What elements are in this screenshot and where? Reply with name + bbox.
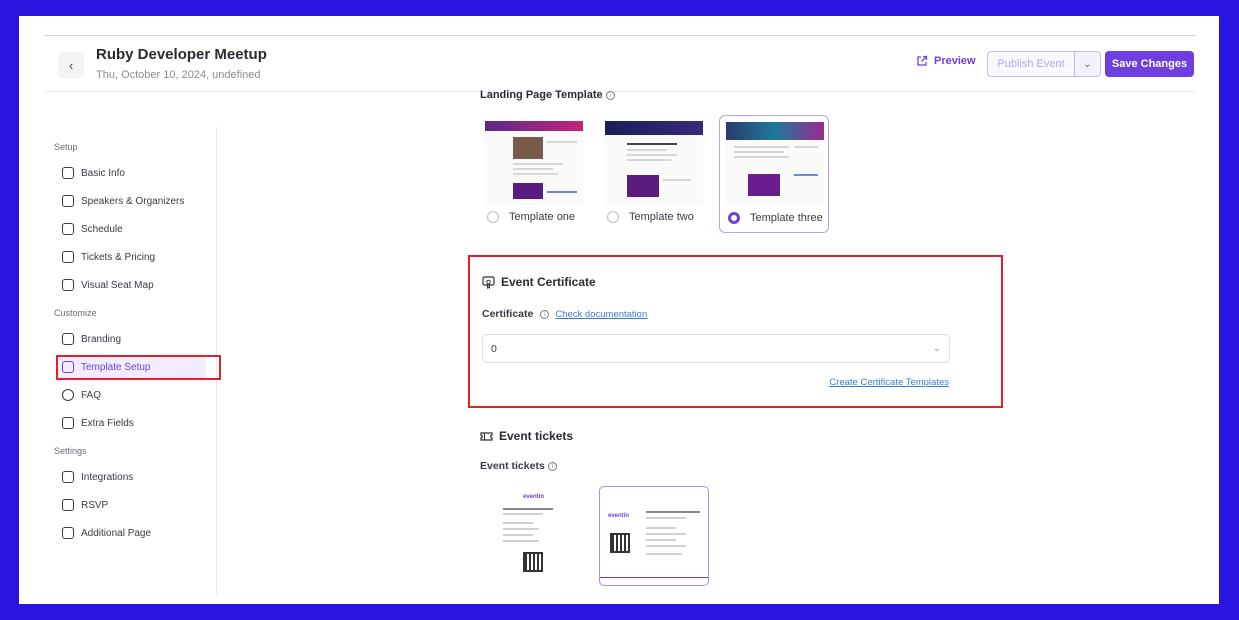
radio-template-three[interactable] — [728, 212, 740, 224]
sidebar-item-label: Extra Fields — [81, 417, 134, 429]
save-changes-button[interactable]: Save Changes — [1105, 51, 1194, 77]
certificate-select-value: 0 — [491, 342, 497, 355]
sidebar-item-label: Basic Info — [81, 167, 125, 179]
sidebar-item-label: FAQ — [81, 389, 102, 401]
integrations-icon — [62, 471, 74, 483]
ticket-template-two[interactable]: eventin — [599, 486, 709, 586]
seat-map-icon — [62, 279, 74, 291]
sidebar-item-schedule[interactable]: Schedule — [58, 218, 208, 240]
preview-label: Preview — [934, 55, 976, 67]
publish-button-group: Publish Event ⌄ — [987, 51, 1101, 77]
event-tickets-label: Event tickets i — [480, 460, 557, 472]
sidebar-section-customize: Customize — [54, 308, 97, 318]
template-two-thumbnail — [605, 121, 703, 205]
sidebar-section-settings: Settings — [54, 446, 87, 456]
template-card-one[interactable]: Template one — [479, 115, 589, 233]
radio-template-one[interactable] — [487, 211, 499, 223]
sidebar-item-rsvp[interactable]: RSVP — [58, 494, 208, 516]
app-frame: ‹ Ruby Developer Meetup Thu, October 10,… — [19, 16, 1219, 604]
sidebar-item-branding[interactable]: Branding — [58, 328, 208, 350]
template-card-three[interactable]: Template three — [719, 115, 829, 233]
template-three-thumbnail — [726, 122, 824, 206]
ticket-template-one[interactable]: eventin — [487, 486, 597, 586]
publish-dropdown-button[interactable]: ⌄ — [1074, 52, 1100, 76]
faq-icon — [62, 389, 74, 401]
certificate-icon — [482, 275, 495, 289]
template-one-option[interactable]: Template one — [487, 211, 575, 223]
preview-button[interactable]: Preview — [916, 55, 976, 67]
basic-info-icon — [62, 167, 74, 179]
page-title: Ruby Developer Meetup — [96, 46, 267, 63]
sidebar-item-label: Tickets & Pricing — [81, 251, 156, 263]
certificate-heading: Event Certificate — [482, 275, 596, 289]
ticket-icon — [62, 251, 74, 263]
template-three-label: Template three — [750, 212, 823, 224]
extra-fields-icon — [62, 417, 74, 429]
create-certificate-templates-link[interactable]: Create Certificate Templates — [829, 377, 949, 388]
qr-code-icon — [610, 533, 630, 553]
template-two-label: Template two — [629, 211, 694, 223]
sidebar-item-faq[interactable]: FAQ — [58, 384, 208, 406]
rsvp-icon — [62, 499, 74, 511]
publish-event-button[interactable]: Publish Event — [988, 52, 1074, 76]
template-card-two[interactable]: Template two — [599, 115, 709, 233]
certificate-select[interactable]: 0 ⌄ — [482, 334, 950, 363]
info-icon[interactable]: i — [547, 461, 557, 471]
chevron-down-icon: ⌄ — [932, 343, 941, 354]
sidebar-item-extra-fields[interactable]: Extra Fields — [58, 412, 208, 434]
sidebar-item-speakers[interactable]: Speakers & Organizers — [58, 190, 208, 212]
sidebar-item-seat-map[interactable]: Visual Seat Map — [58, 274, 208, 296]
certificate-title: Event Certificate — [501, 275, 596, 289]
info-icon[interactable]: i — [540, 309, 550, 319]
certificate-label-text: Certificate — [482, 308, 534, 320]
sidebar-section-setup: Setup — [54, 142, 78, 152]
sidebar-item-tickets[interactable]: Tickets & Pricing — [58, 246, 208, 268]
qr-code-icon — [523, 552, 543, 572]
sidebar-item-additional-page[interactable]: Additional Page — [58, 522, 208, 544]
event-tickets-label-text: Event tickets — [480, 460, 545, 472]
template-three-option[interactable]: Template three — [728, 212, 823, 224]
landing-template-title: Landing Page Template i — [480, 89, 615, 101]
sidebar-item-label: Schedule — [81, 223, 123, 235]
check-documentation-link[interactable]: Check documentation — [555, 309, 647, 320]
external-link-icon — [917, 55, 928, 66]
branding-icon — [62, 333, 74, 345]
certificate-field-label: Certificate i Check documentation — [482, 308, 647, 320]
sidebar-item-integrations[interactable]: Integrations — [58, 466, 208, 488]
chevron-left-icon: ‹ — [68, 57, 74, 73]
ticket-icon — [480, 431, 493, 441]
template-one-label: Template one — [509, 211, 576, 223]
sidebar-item-label: Speakers & Organizers — [81, 195, 185, 207]
chevron-down-icon: ⌄ — [1083, 58, 1092, 70]
template-two-option[interactable]: Template two — [607, 211, 694, 223]
highlight-box-template-setup — [56, 355, 221, 380]
sidebar-item-label: RSVP — [81, 499, 109, 511]
event-tickets-title: Event tickets — [499, 429, 574, 443]
additional-page-icon — [62, 527, 74, 539]
sidebar-item-label: Additional Page — [81, 527, 152, 539]
event-certificate-section: Event Certificate Certificate i Check do… — [468, 255, 1003, 408]
event-tickets-heading: Event tickets — [480, 429, 573, 443]
sidebar-item-label: Branding — [81, 333, 122, 345]
info-icon[interactable]: i — [605, 90, 615, 100]
event-date: Thu, October 10, 2024, undefined — [96, 69, 261, 81]
sidebar-item-label: Visual Seat Map — [81, 279, 154, 291]
template-one-thumbnail — [485, 121, 583, 205]
speakers-icon — [62, 195, 74, 207]
eventin-logo: eventin — [523, 494, 545, 500]
page-header: ‹ Ruby Developer Meetup Thu, October 10,… — [44, 36, 1196, 92]
back-button[interactable]: ‹ — [58, 52, 84, 78]
sidebar-item-basic-info[interactable]: Basic Info — [58, 162, 208, 184]
radio-template-two[interactable] — [607, 211, 619, 223]
sidebar-item-label: Integrations — [81, 471, 134, 483]
landing-template-title-text: Landing Page Template — [480, 89, 603, 101]
eventin-logo: eventin — [608, 513, 630, 519]
schedule-icon — [62, 223, 74, 235]
